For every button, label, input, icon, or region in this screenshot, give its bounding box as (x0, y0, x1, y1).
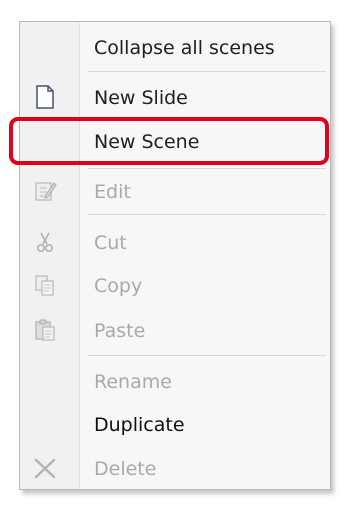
menu-item-label: Cut (94, 232, 127, 254)
menu-item-delete[interactable]: Delete (20, 448, 330, 488)
menu-item-label: New Slide (94, 87, 188, 109)
menu-item-collapse-all-scenes[interactable]: Collapse all scenes (20, 27, 330, 67)
menu-item-new-scene[interactable]: New Scene (20, 121, 330, 161)
new-slide-icon (32, 84, 58, 110)
menu-separator (88, 214, 326, 215)
cut-icon (32, 229, 58, 255)
menu-item-copy[interactable]: Copy (20, 265, 330, 305)
edit-icon (32, 178, 58, 204)
context-menu: Collapse all scenes New Slide New Scene (19, 21, 331, 490)
menu-item-label: Copy (94, 275, 143, 297)
menu-item-edit[interactable]: Edit (20, 171, 330, 211)
menu-separator (88, 71, 326, 72)
menu-separator (88, 355, 326, 356)
menu-separator (88, 168, 326, 169)
menu-item-label: Edit (94, 181, 131, 203)
menu-item-cut[interactable]: Cut (20, 222, 330, 262)
menu-item-new-slide[interactable]: New Slide (20, 77, 330, 117)
menu-item-paste[interactable]: Paste (20, 310, 330, 350)
menu-item-rename[interactable]: Rename (20, 361, 330, 401)
paste-icon (32, 317, 58, 343)
copy-icon (32, 272, 58, 298)
menu-item-label: New Scene (94, 131, 200, 153)
menu-item-duplicate[interactable]: Duplicate (20, 404, 330, 444)
menu-item-label: Paste (94, 320, 146, 342)
menu-item-label: Collapse all scenes (94, 37, 275, 59)
screenshot-canvas: Collapse all scenes New Slide New Scene (0, 0, 360, 507)
delete-icon (32, 455, 58, 481)
menu-item-label: Delete (94, 458, 157, 480)
menu-item-label: Rename (94, 371, 172, 393)
menu-item-label: Duplicate (94, 414, 185, 436)
